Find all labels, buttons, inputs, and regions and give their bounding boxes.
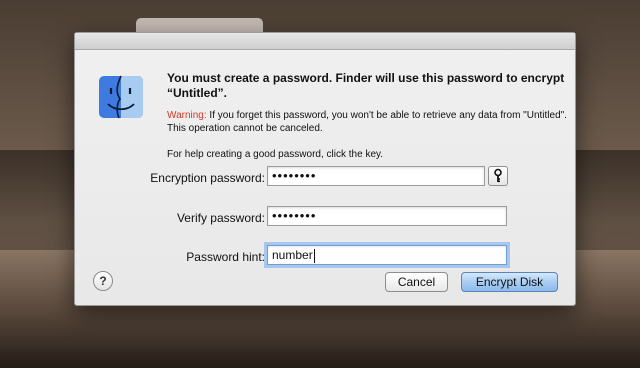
verify-password-value: •••••••• — [272, 208, 317, 223]
encrypt-dialog: You must create a password. Finder will … — [74, 32, 576, 306]
verify-password-field[interactable]: •••••••• — [267, 206, 507, 226]
password-assistant-button[interactable] — [488, 166, 508, 186]
dialog-headline: You must create a password. Finder will … — [167, 71, 565, 100]
dialog-titlebar — [75, 33, 575, 50]
verify-password-label: Verify password: — [176, 211, 265, 225]
warning-text: If you forget this password, you won't b… — [167, 110, 567, 134]
password-hint-value: number — [272, 248, 313, 262]
help-button[interactable]: ? — [93, 271, 113, 291]
help-text: For help creating a good password, click… — [167, 149, 384, 160]
encryption-password-field[interactable]: •••••••• — [267, 166, 485, 186]
encrypt-disk-button[interactable]: Encrypt Disk — [461, 272, 558, 292]
finder-icon — [99, 75, 143, 119]
warning-label: Warning: — [167, 110, 207, 121]
text-cursor — [313, 248, 315, 263]
password-hint-field[interactable]: number — [267, 245, 507, 265]
cancel-button[interactable]: Cancel — [385, 272, 448, 292]
warning-message: Warning: If you forget this password, yo… — [167, 109, 567, 135]
password-hint-label: Password hint: — [186, 250, 265, 264]
encryption-password-value: •••••••• — [272, 168, 317, 183]
key-icon — [494, 168, 502, 183]
encryption-password-label: Encryption password: — [150, 171, 265, 185]
